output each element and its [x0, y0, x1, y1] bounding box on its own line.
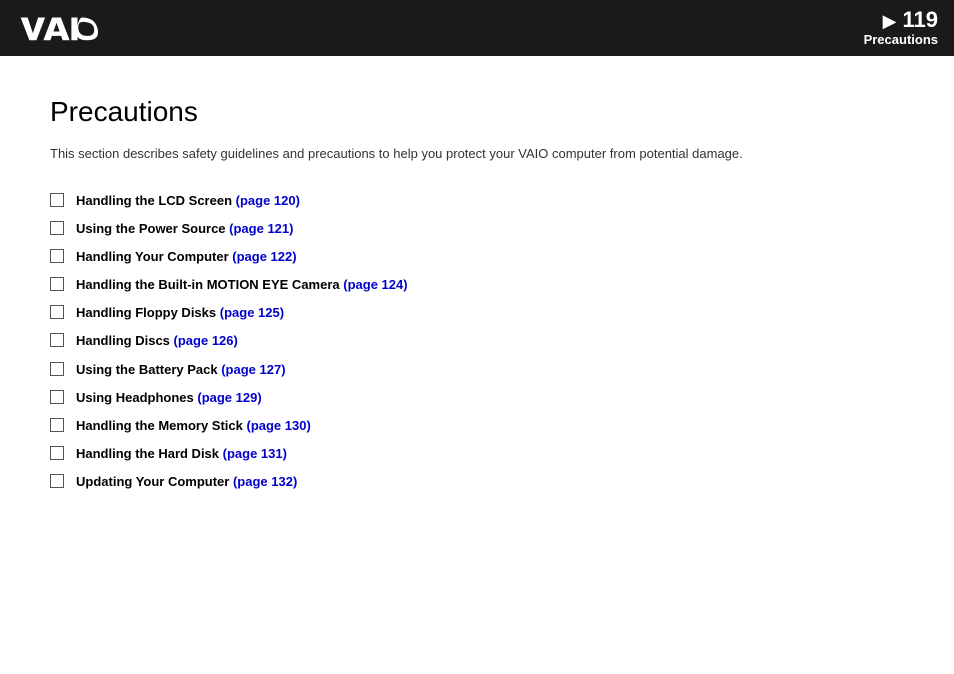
toc-item-text: Handling the LCD Screen (page 120) — [76, 192, 300, 210]
toc-item-text: Handling Your Computer (page 122) — [76, 248, 297, 266]
toc-item-link[interactable]: (page 127) — [221, 362, 285, 377]
toc-list-item: Using the Power Source (page 121) — [50, 220, 904, 238]
toc-item-label: Handling the Hard Disk — [76, 446, 223, 461]
toc-item-label: Handling Your Computer — [76, 249, 232, 264]
intro-paragraph: This section describes safety guidelines… — [50, 144, 904, 164]
toc-item-label: Handling the Built-in MOTION EYE Camera — [76, 277, 343, 292]
toc-list-item: Handling the Memory Stick (page 130) — [50, 417, 904, 435]
toc-item-label: Using the Power Source — [76, 221, 229, 236]
section-label: Precautions — [864, 32, 938, 47]
page-number: 119 — [903, 9, 939, 31]
toc-item-link[interactable]: (page 126) — [174, 333, 238, 348]
toc-list-item: Handling Floppy Disks (page 125) — [50, 304, 904, 322]
toc-item-link[interactable]: (page 129) — [197, 390, 261, 405]
toc-item-link[interactable]: (page 122) — [232, 249, 296, 264]
toc-checkbox — [50, 305, 64, 319]
toc-list-item: Updating Your Computer (page 132) — [50, 473, 904, 491]
toc-item-text: Handling the Hard Disk (page 131) — [76, 445, 287, 463]
toc-checkbox — [50, 446, 64, 460]
toc-checkbox — [50, 277, 64, 291]
header-arrow-icon: ▶ — [883, 11, 897, 32]
toc-list-item: Using Headphones (page 129) — [50, 389, 904, 407]
toc-item-link[interactable]: (page 124) — [343, 277, 407, 292]
toc-item-text: Handling the Memory Stick (page 130) — [76, 417, 311, 435]
toc-list-item: Handling Discs (page 126) — [50, 332, 904, 350]
toc-item-text: Using Headphones (page 129) — [76, 389, 262, 407]
toc-checkbox — [50, 390, 64, 404]
vaio-logo — [20, 14, 100, 42]
toc-checkbox — [50, 193, 64, 207]
toc-item-label: Using Headphones — [76, 390, 197, 405]
toc-item-text: Handling the Built-in MOTION EYE Camera … — [76, 276, 408, 294]
toc-item-label: Handling Discs — [76, 333, 174, 348]
header-page-info: ▶ 119 Precautions — [864, 9, 938, 47]
page-header: ▶ 119 Precautions — [0, 0, 954, 56]
toc-checkbox — [50, 249, 64, 263]
toc-checkbox — [50, 362, 64, 376]
toc-item-link[interactable]: (page 125) — [220, 305, 284, 320]
toc-item-label: Updating Your Computer — [76, 474, 233, 489]
toc-item-text: Updating Your Computer (page 132) — [76, 473, 297, 491]
toc-list-item: Handling the LCD Screen (page 120) — [50, 192, 904, 210]
toc-checkbox — [50, 333, 64, 347]
toc-list-item: Handling the Built-in MOTION EYE Camera … — [50, 276, 904, 294]
toc-item-label: Handling Floppy Disks — [76, 305, 220, 320]
page-title: Precautions — [50, 96, 904, 128]
toc-item-text: Handling Discs (page 126) — [76, 332, 238, 350]
toc-item-label: Handling the Memory Stick — [76, 418, 246, 433]
toc-checkbox — [50, 221, 64, 235]
main-content: Precautions This section describes safet… — [0, 56, 954, 532]
toc-list-item: Using the Battery Pack (page 127) — [50, 361, 904, 379]
toc-list-item: Handling Your Computer (page 122) — [50, 248, 904, 266]
toc-item-link[interactable]: (page 132) — [233, 474, 297, 489]
toc-checkbox — [50, 418, 64, 432]
toc-item-text: Using the Battery Pack (page 127) — [76, 361, 286, 379]
toc-item-label: Handling the LCD Screen — [76, 193, 236, 208]
toc-item-link[interactable]: (page 131) — [223, 446, 287, 461]
toc-item-link[interactable]: (page 121) — [229, 221, 293, 236]
toc-item-link[interactable]: (page 120) — [236, 193, 300, 208]
toc-list: Handling the LCD Screen (page 120) Using … — [50, 192, 904, 492]
toc-checkbox — [50, 474, 64, 488]
toc-item-text: Handling Floppy Disks (page 125) — [76, 304, 284, 322]
toc-list-item: Handling the Hard Disk (page 131) — [50, 445, 904, 463]
toc-item-link[interactable]: (page 130) — [246, 418, 310, 433]
toc-item-label: Using the Battery Pack — [76, 362, 221, 377]
toc-item-text: Using the Power Source (page 121) — [76, 220, 293, 238]
